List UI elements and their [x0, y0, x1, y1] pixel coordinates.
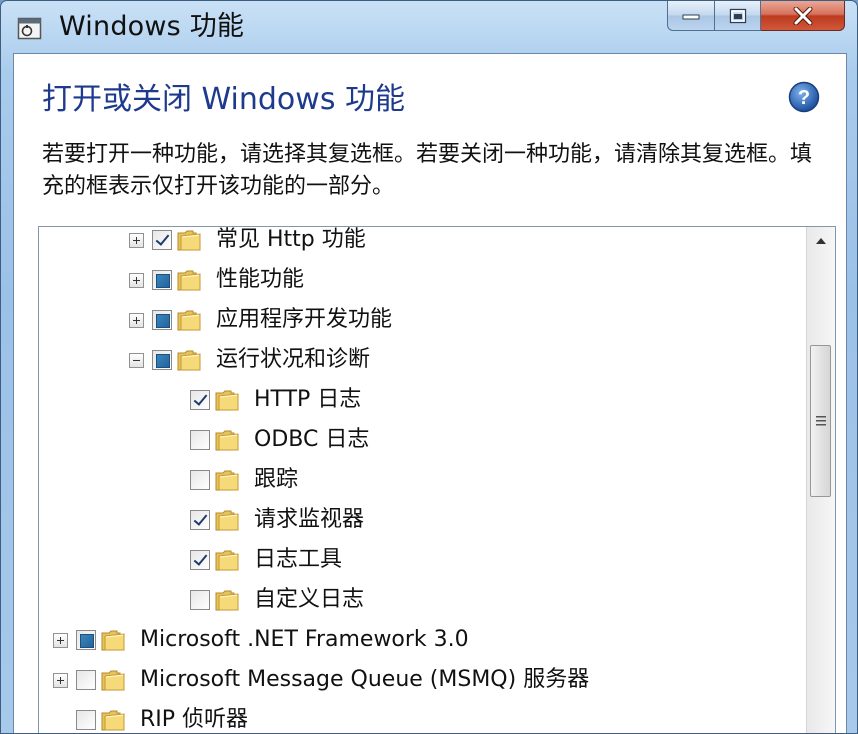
folder-icon — [101, 670, 125, 691]
title-bar[interactable]: Windows 功能 — [1, 1, 857, 53]
maximize-button[interactable] — [715, 1, 761, 31]
folder-icon — [101, 710, 125, 731]
tree-item-label: 请求监视器 — [254, 507, 365, 532]
tree-item-label: 日志工具 — [254, 547, 343, 572]
feature-checkbox[interactable] — [76, 710, 96, 730]
help-icon[interactable]: ? — [788, 81, 820, 113]
tree-item-label: 应用程序开发功能 — [216, 307, 393, 332]
folder-icon — [177, 230, 201, 251]
feature-checkbox[interactable] — [152, 270, 172, 290]
folder-icon — [215, 550, 239, 571]
tree-item-label: ODBC 日志 — [254, 427, 370, 452]
feature-checkbox[interactable] — [190, 510, 210, 530]
vertical-scrollbar[interactable] — [806, 227, 835, 733]
feature-checkbox[interactable] — [76, 630, 96, 650]
folder-icon — [215, 510, 239, 531]
dialog-content: 打开或关闭 Windows 功能 ? 若要打开一种功能，请选择其复选框。若要关闭… — [13, 53, 847, 733]
windows-features-window: Windows 功能 打开或关闭 Windows 功能 ? 若要打开一种功能，请… — [0, 0, 858, 734]
tree-item-label: 运行状况和诊断 — [216, 347, 371, 372]
feature-checkbox[interactable] — [190, 390, 210, 410]
features-tree[interactable]: 常见 Http 功能 性能功能应用程序开发功能 运行状况和诊断 HTTP 日志 ODBC… — [38, 226, 836, 733]
tree-item-label: 性能功能 — [216, 267, 305, 292]
tree-item[interactable]: ODBC 日志 — [167, 420, 369, 460]
tree-item[interactable]: Microsoft Message Queue (MSMQ) 服务器 — [53, 660, 589, 700]
minimize-button[interactable] — [667, 1, 715, 31]
expand-icon[interactable] — [129, 272, 144, 288]
expand-icon[interactable] — [53, 632, 68, 648]
scroll-thumb[interactable] — [810, 345, 831, 497]
close-icon — [793, 6, 812, 25]
folder-icon — [177, 310, 201, 331]
window-app-icon — [17, 17, 42, 40]
folder-icon — [177, 270, 201, 291]
tree-item-label: 自定义日志 — [254, 587, 365, 612]
feature-checkbox[interactable] — [152, 310, 172, 330]
folder-icon — [215, 430, 239, 451]
dialog-description: 若要打开一种功能，请选择其复选框。若要关闭一种功能，请清除其复选框。填充的框表示… — [42, 142, 813, 199]
tree-item[interactable]: 应用程序开发功能 — [129, 300, 392, 340]
feature-checkbox[interactable] — [190, 550, 210, 570]
folder-icon — [215, 390, 239, 411]
tree-item-label: Microsoft Message Queue (MSMQ) 服务器 — [140, 667, 590, 692]
minimize-icon — [682, 14, 700, 19]
feature-checkbox[interactable] — [190, 430, 210, 450]
folder-icon — [101, 630, 125, 651]
tree-item[interactable]: Microsoft .NET Framework 3.0 — [53, 620, 469, 660]
feature-checkbox[interactable] — [152, 230, 172, 250]
dialog-heading: 打开或关闭 Windows 功能 — [42, 82, 405, 117]
tree-item[interactable]: 自定义日志 — [167, 580, 364, 620]
feature-checkbox[interactable] — [190, 590, 210, 610]
feature-checkbox[interactable] — [76, 670, 96, 690]
tree-item[interactable]: RIP 侦听器 — [53, 700, 249, 733]
expand-icon[interactable] — [129, 312, 144, 328]
tree-item[interactable]: 日志工具 — [167, 540, 342, 580]
folder-icon — [215, 590, 239, 611]
collapse-icon[interactable] — [129, 352, 144, 368]
feature-checkbox[interactable] — [152, 350, 172, 370]
tree-item[interactable]: 常见 Http 功能 — [129, 227, 366, 260]
svg-text:?: ? — [798, 87, 810, 109]
tree-item[interactable]: 跟踪 — [167, 460, 298, 500]
folder-icon — [177, 350, 201, 371]
expand-icon[interactable] — [53, 672, 68, 688]
tree-item[interactable]: 性能功能 — [129, 260, 304, 300]
tree-item[interactable]: HTTP 日志 — [167, 380, 361, 420]
feature-checkbox[interactable] — [190, 470, 210, 490]
tree-item-label: 常见 Http 功能 — [216, 227, 366, 252]
tree-item-label: 跟踪 — [254, 467, 299, 492]
tree-item-label: RIP 侦听器 — [140, 707, 249, 732]
tree-item[interactable]: 请求监视器 — [167, 500, 364, 540]
tree-item[interactable]: 运行状况和诊断 — [129, 340, 370, 380]
folder-icon — [215, 470, 239, 491]
expand-icon[interactable] — [129, 232, 144, 248]
close-button[interactable] — [761, 1, 845, 31]
arrow-up-icon — [816, 238, 826, 244]
scroll-up-button[interactable] — [807, 227, 835, 255]
tree-item-label: Microsoft .NET Framework 3.0 — [140, 627, 469, 652]
tree-item-label: HTTP 日志 — [254, 387, 362, 412]
grip-icon — [815, 416, 826, 426]
window-title: Windows 功能 — [59, 11, 245, 42]
caption-buttons — [667, 1, 845, 31]
maximize-icon — [729, 8, 746, 23]
